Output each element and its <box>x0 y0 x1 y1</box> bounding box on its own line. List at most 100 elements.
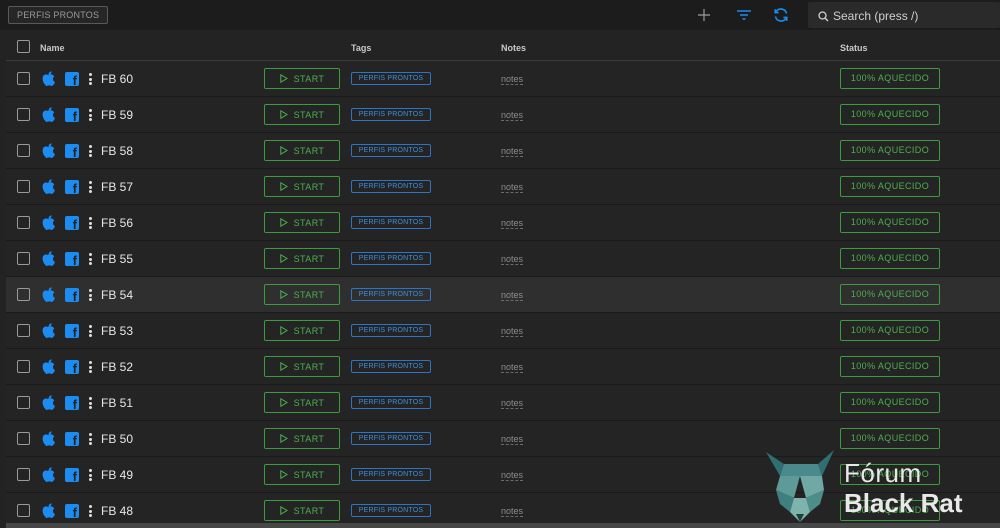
profile-name[interactable]: FB 60 <box>101 72 133 86</box>
profile-tag[interactable]: PERFIS PRONTOS <box>351 288 431 301</box>
more-vertical-icon[interactable] <box>89 181 92 193</box>
row-checkbox[interactable] <box>17 252 30 265</box>
profile-tag[interactable]: PERFIS PRONTOS <box>351 396 431 409</box>
refresh-icon[interactable] <box>770 4 792 26</box>
more-vertical-icon[interactable] <box>89 433 92 445</box>
row-checkbox[interactable] <box>17 108 30 121</box>
more-vertical-icon[interactable] <box>89 361 92 373</box>
column-header-name[interactable]: Name <box>40 43 65 53</box>
start-button[interactable]: START <box>264 68 340 89</box>
more-vertical-icon[interactable] <box>89 397 92 409</box>
row-checkbox[interactable] <box>17 180 30 193</box>
start-button[interactable]: START <box>264 140 340 161</box>
notes-field[interactable]: notes <box>501 362 524 373</box>
notes-field[interactable]: notes <box>501 398 524 409</box>
table-row[interactable]: f FB 54 START PERFIS PRONTOS notes 100% … <box>6 277 1000 313</box>
profile-name[interactable]: FB 58 <box>101 144 133 158</box>
column-header-notes[interactable]: Notes <box>501 43 526 53</box>
table-row[interactable]: f FB 51 START PERFIS PRONTOS notes 100% … <box>6 385 1000 421</box>
more-vertical-icon[interactable] <box>89 253 92 265</box>
profile-name[interactable]: FB 51 <box>101 396 133 410</box>
status-badge[interactable]: 100% AQUECIDO <box>840 248 940 269</box>
more-vertical-icon[interactable] <box>89 325 92 337</box>
notes-field[interactable]: notes <box>501 218 524 229</box>
status-badge[interactable]: 100% AQUECIDO <box>840 68 940 89</box>
status-badge[interactable]: 100% AQUECIDO <box>840 320 940 341</box>
start-button[interactable]: START <box>264 464 340 485</box>
profile-name[interactable]: FB 49 <box>101 468 133 482</box>
profile-tag[interactable]: PERFIS PRONTOS <box>351 108 431 121</box>
notes-field[interactable]: notes <box>501 254 524 265</box>
table-row[interactable]: f FB 55 START PERFIS PRONTOS notes 100% … <box>6 241 1000 277</box>
status-badge[interactable]: 100% AQUECIDO <box>840 140 940 161</box>
start-button[interactable]: START <box>264 176 340 197</box>
start-button[interactable]: START <box>264 212 340 233</box>
profile-name[interactable]: FB 50 <box>101 432 133 446</box>
profile-tag[interactable]: PERFIS PRONTOS <box>351 468 431 481</box>
row-checkbox[interactable] <box>17 288 30 301</box>
row-checkbox[interactable] <box>17 432 30 445</box>
profile-tag[interactable]: PERFIS PRONTOS <box>351 252 431 265</box>
status-badge[interactable]: 100% AQUECIDO <box>840 284 940 305</box>
row-checkbox[interactable] <box>17 360 30 373</box>
profile-name[interactable]: FB 57 <box>101 180 133 194</box>
row-checkbox[interactable] <box>17 72 30 85</box>
start-button[interactable]: START <box>264 104 340 125</box>
table-row[interactable]: f FB 57 START PERFIS PRONTOS notes 100% … <box>6 169 1000 205</box>
row-checkbox[interactable] <box>17 216 30 229</box>
more-vertical-icon[interactable] <box>89 73 92 85</box>
status-badge[interactable]: 100% AQUECIDO <box>840 176 940 197</box>
plus-icon[interactable] <box>693 4 715 26</box>
column-header-tags[interactable]: Tags <box>351 43 371 53</box>
table-row[interactable]: f FB 60 START PERFIS PRONTOS notes 100% … <box>6 61 1000 97</box>
table-row[interactable]: f FB 53 START PERFIS PRONTOS notes 100% … <box>6 313 1000 349</box>
row-checkbox[interactable] <box>17 504 30 517</box>
start-button[interactable]: START <box>264 428 340 449</box>
profile-name[interactable]: FB 55 <box>101 252 133 266</box>
select-all-checkbox[interactable] <box>17 40 30 53</box>
more-vertical-icon[interactable] <box>89 289 92 301</box>
more-vertical-icon[interactable] <box>89 109 92 121</box>
notes-field[interactable]: notes <box>501 290 524 301</box>
status-badge[interactable]: 100% AQUECIDO <box>840 212 940 233</box>
tag-filter-chip[interactable]: PERFIS PRONTOS <box>8 6 109 24</box>
search-input[interactable]: Search (press /) <box>808 2 1000 28</box>
more-vertical-icon[interactable] <box>89 145 92 157</box>
profile-name[interactable]: FB 54 <box>101 288 133 302</box>
notes-field[interactable]: notes <box>501 182 524 193</box>
profile-tag[interactable]: PERFIS PRONTOS <box>351 216 431 229</box>
table-row[interactable]: f FB 52 START PERFIS PRONTOS notes 100% … <box>6 349 1000 385</box>
row-checkbox[interactable] <box>17 324 30 337</box>
column-header-status[interactable]: Status <box>840 43 868 53</box>
profile-name[interactable]: FB 48 <box>101 504 133 518</box>
status-badge[interactable]: 100% AQUECIDO <box>840 392 940 413</box>
table-row[interactable]: f FB 56 START PERFIS PRONTOS notes 100% … <box>6 205 1000 241</box>
notes-field[interactable]: notes <box>501 146 524 157</box>
more-vertical-icon[interactable] <box>89 469 92 481</box>
profile-name[interactable]: FB 56 <box>101 216 133 230</box>
start-button[interactable]: START <box>264 392 340 413</box>
status-badge[interactable]: 100% AQUECIDO <box>840 356 940 377</box>
profile-tag[interactable]: PERFIS PRONTOS <box>351 180 431 193</box>
notes-field[interactable]: notes <box>501 74 524 85</box>
row-checkbox[interactable] <box>17 144 30 157</box>
profile-name[interactable]: FB 53 <box>101 324 133 338</box>
table-row[interactable]: f FB 59 START PERFIS PRONTOS notes 100% … <box>6 97 1000 133</box>
row-checkbox[interactable] <box>17 396 30 409</box>
profile-tag[interactable]: PERFIS PRONTOS <box>351 324 431 337</box>
more-vertical-icon[interactable] <box>89 505 92 517</box>
profile-name[interactable]: FB 59 <box>101 108 133 122</box>
status-badge[interactable]: 100% AQUECIDO <box>840 104 940 125</box>
row-checkbox[interactable] <box>17 468 30 481</box>
profile-tag[interactable]: PERFIS PRONTOS <box>351 360 431 373</box>
notes-field[interactable]: notes <box>501 326 524 337</box>
filter-icon[interactable] <box>733 4 755 26</box>
notes-field[interactable]: notes <box>501 434 524 445</box>
start-button[interactable]: START <box>264 248 340 269</box>
profile-tag[interactable]: PERFIS PRONTOS <box>351 432 431 445</box>
table-row[interactable]: f FB 58 START PERFIS PRONTOS notes 100% … <box>6 133 1000 169</box>
notes-field[interactable]: notes <box>501 470 524 481</box>
start-button[interactable]: START <box>264 500 340 521</box>
notes-field[interactable]: notes <box>501 110 524 121</box>
profile-name[interactable]: FB 52 <box>101 360 133 374</box>
